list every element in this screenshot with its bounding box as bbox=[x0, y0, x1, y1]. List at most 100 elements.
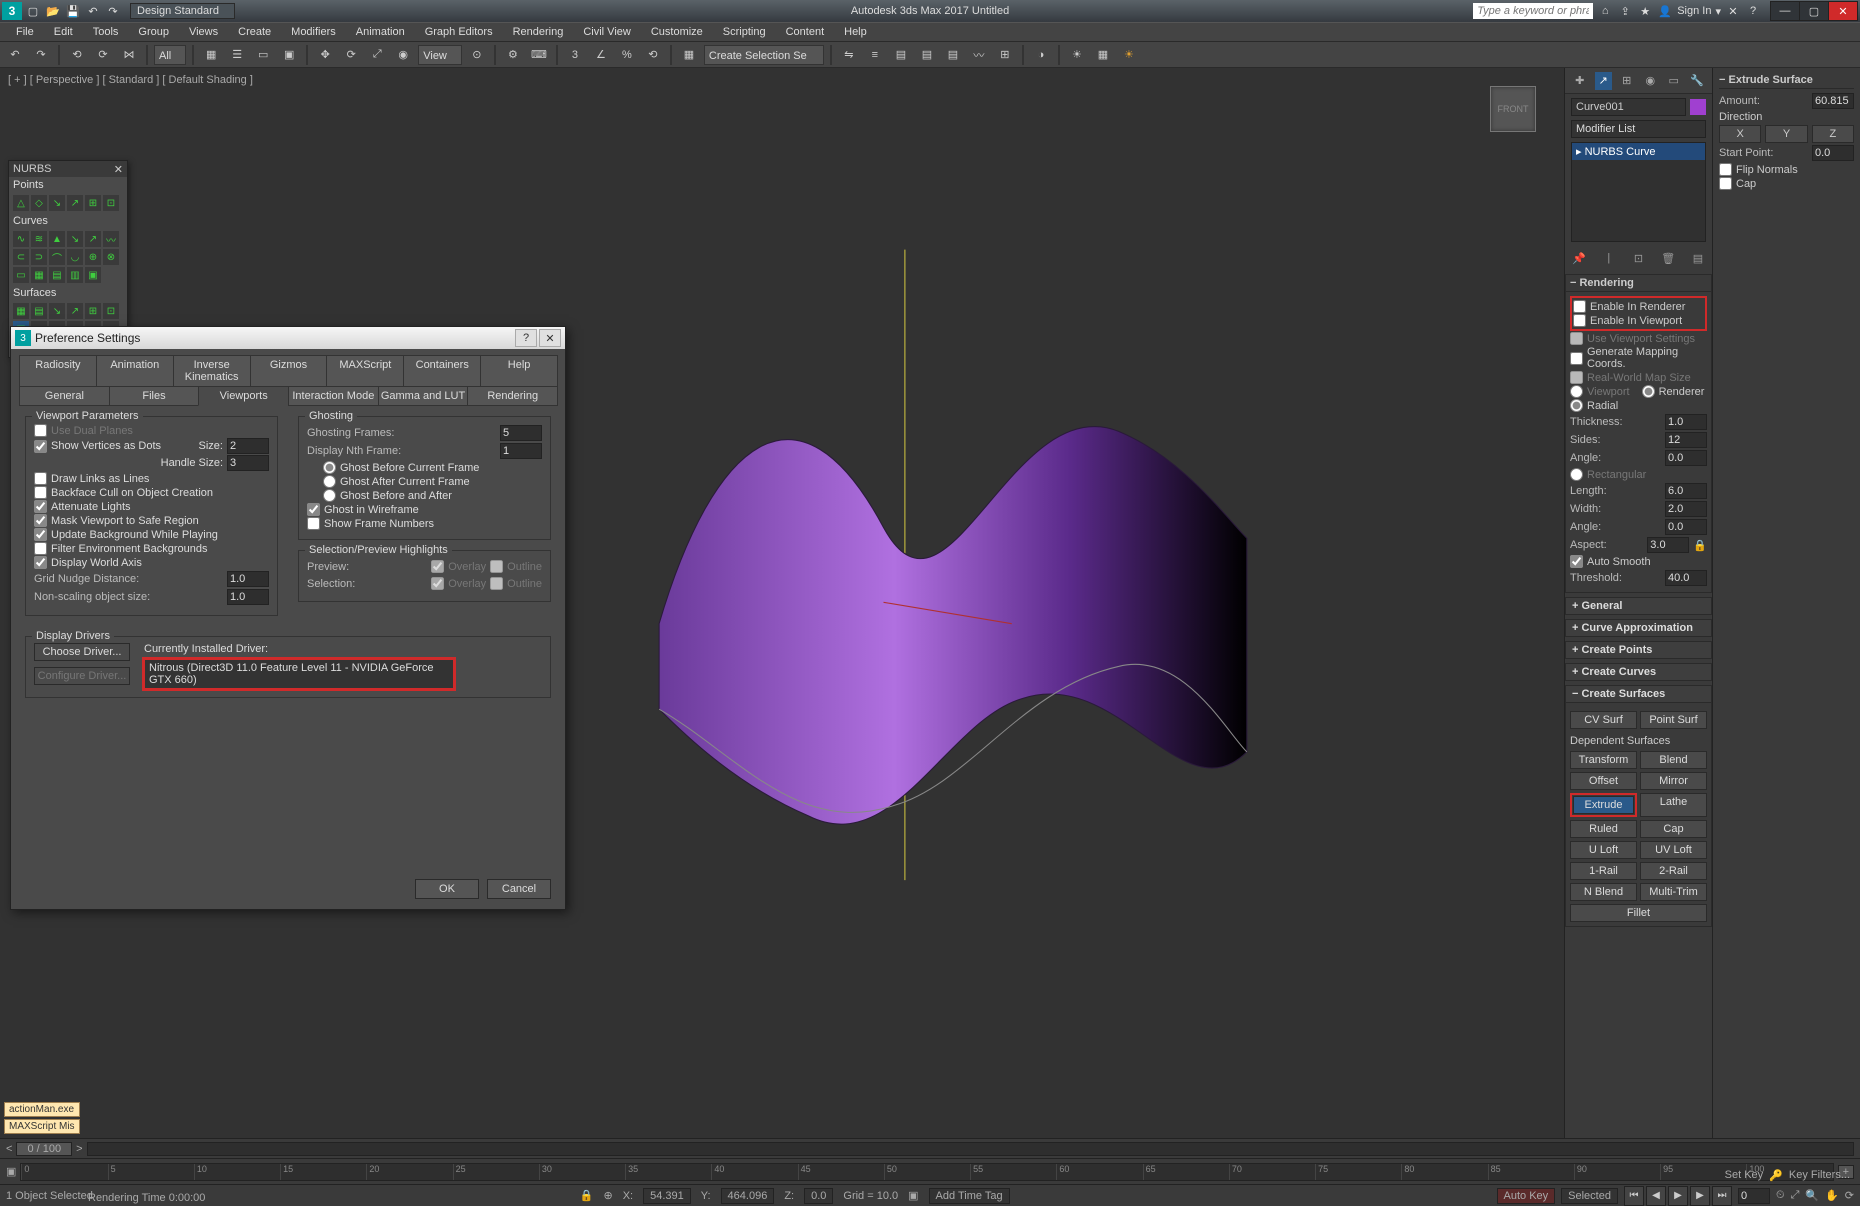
radio-ghost-both[interactable] bbox=[323, 489, 336, 502]
size-input[interactable] bbox=[228, 440, 268, 452]
chk-draw-links[interactable] bbox=[34, 472, 47, 485]
tab-rendering[interactable]: Rendering bbox=[467, 386, 558, 406]
schematic-button[interactable]: ⊞ bbox=[994, 44, 1016, 66]
rotate-button[interactable]: ⟳ bbox=[340, 44, 362, 66]
dep-offset[interactable]: Offset bbox=[1570, 772, 1637, 790]
dep-transform[interactable]: Transform bbox=[1570, 751, 1637, 769]
choose-driver-button[interactable]: Choose Driver... bbox=[34, 643, 130, 661]
script-tag-1[interactable]: actionMan.exe bbox=[4, 1102, 80, 1117]
isolate-icon[interactable]: ▣ bbox=[908, 1189, 918, 1202]
goto-end-icon[interactable]: ⏭ bbox=[1712, 1186, 1732, 1206]
dialog-help-icon[interactable]: ? bbox=[515, 329, 537, 347]
amount-input[interactable] bbox=[1813, 95, 1853, 107]
rollout-rendering[interactable]: − Rendering bbox=[1565, 274, 1712, 292]
mirror-button[interactable]: ⇋ bbox=[838, 44, 860, 66]
bind-button[interactable]: ⋈ bbox=[118, 44, 140, 66]
dialog-close-icon[interactable]: ✕ bbox=[539, 329, 561, 347]
percent-snap-button[interactable]: % bbox=[616, 44, 638, 66]
make-unique-icon[interactable]: ⊡ bbox=[1631, 250, 1647, 266]
menu-group[interactable]: Group bbox=[128, 26, 179, 38]
x-value[interactable]: 54.391 bbox=[643, 1188, 691, 1204]
menu-rendering[interactable]: Rendering bbox=[503, 26, 574, 38]
cv-surf-button[interactable]: CV Surf bbox=[1570, 711, 1637, 729]
help-icon[interactable]: ? bbox=[1745, 3, 1761, 19]
scale-button[interactable]: ⤢ bbox=[366, 44, 388, 66]
tab-files[interactable]: Files bbox=[109, 386, 200, 406]
manipulate-button[interactable]: ⚙ bbox=[502, 44, 524, 66]
create-tab-icon[interactable]: ✚ bbox=[1571, 72, 1589, 90]
dep-cap[interactable]: Cap bbox=[1640, 820, 1707, 838]
nonscale-input[interactable] bbox=[228, 591, 268, 603]
dep-blend[interactable]: Blend bbox=[1640, 751, 1707, 769]
key-mode[interactable]: Selected bbox=[1561, 1188, 1618, 1204]
explorer-button[interactable]: ▤ bbox=[916, 44, 938, 66]
surf-icon[interactable]: ↘ bbox=[49, 303, 65, 319]
track-toggle-icon[interactable]: ▣ bbox=[6, 1165, 16, 1178]
menu-modifiers[interactable]: Modifiers bbox=[281, 26, 346, 38]
prev-key-icon[interactable]: < bbox=[6, 1143, 12, 1155]
timeline[interactable]: ▣ 05101520253035404550556065707580859095… bbox=[0, 1158, 1860, 1184]
time-config-icon[interactable]: ⏲ bbox=[1776, 1189, 1785, 1202]
radio-ghost-before[interactable] bbox=[323, 461, 336, 474]
dep-nblend[interactable]: N Blend bbox=[1570, 883, 1637, 901]
surf-icon[interactable]: ▤ bbox=[31, 303, 47, 319]
chk-world-axis[interactable] bbox=[34, 556, 47, 569]
next-frame-icon[interactable]: ▶ bbox=[1690, 1186, 1710, 1206]
maximize-button[interactable]: ▢ bbox=[1799, 1, 1829, 21]
tab-containers[interactable]: Containers bbox=[403, 355, 481, 387]
select-name-button[interactable]: ☰ bbox=[226, 44, 248, 66]
workspace-select[interactable]: Design Standard bbox=[130, 3, 235, 19]
tab-general[interactable]: General bbox=[19, 386, 110, 406]
dep-extrude[interactable]: Extrude bbox=[1573, 796, 1634, 814]
point-icon[interactable]: ↗ bbox=[67, 195, 83, 211]
angle-input[interactable] bbox=[1666, 452, 1706, 464]
material-button[interactable]: ◑ bbox=[1030, 44, 1052, 66]
dep-multitrim[interactable]: Multi-Trim bbox=[1640, 883, 1707, 901]
motion-tab-icon[interactable]: ◉ bbox=[1642, 72, 1660, 90]
new-icon[interactable]: ▢ bbox=[24, 2, 42, 20]
play-icon[interactable]: ▶ bbox=[1668, 1186, 1688, 1206]
script-tag-2[interactable]: MAXScript Mis bbox=[4, 1119, 80, 1134]
goto-start-icon[interactable]: ⏮ bbox=[1624, 1186, 1644, 1206]
angle-snap-button[interactable]: ∠ bbox=[590, 44, 612, 66]
chk-dual-planes[interactable] bbox=[34, 424, 47, 437]
radio-rect[interactable] bbox=[1570, 468, 1583, 481]
curve-icon[interactable]: ▭ bbox=[13, 267, 29, 283]
curve-icon[interactable]: ⊂ bbox=[13, 249, 29, 265]
radio-renderer[interactable] bbox=[1642, 385, 1655, 398]
curve-icon[interactable]: ▦ bbox=[31, 267, 47, 283]
menu-help[interactable]: Help bbox=[834, 26, 877, 38]
favorites-icon[interactable]: ★ bbox=[1637, 3, 1653, 19]
show-end-icon[interactable]: | bbox=[1601, 250, 1617, 266]
link-button[interactable]: ⟲ bbox=[66, 44, 88, 66]
handle-input[interactable] bbox=[228, 457, 268, 469]
tab-viewports[interactable]: Viewports bbox=[198, 386, 289, 406]
open-icon[interactable]: 📂 bbox=[44, 2, 62, 20]
key-icon[interactable]: 🔑 bbox=[1769, 1169, 1783, 1182]
chk-auto-smooth[interactable] bbox=[1570, 555, 1583, 568]
add-time-tag[interactable]: Add Time Tag bbox=[929, 1188, 1010, 1204]
dep-1rail[interactable]: 1-Rail bbox=[1570, 862, 1637, 880]
chk-filter-env[interactable] bbox=[34, 542, 47, 555]
place-button[interactable]: ◉ bbox=[392, 44, 414, 66]
save-icon[interactable]: 💾 bbox=[64, 2, 82, 20]
keyboard-button[interactable]: ⌨ bbox=[528, 44, 550, 66]
ribbon-button[interactable]: ▤ bbox=[942, 44, 964, 66]
chk-ghost-wire[interactable] bbox=[307, 503, 320, 516]
close-help-icon[interactable]: ✕ bbox=[1725, 3, 1741, 19]
unlink-button[interactable]: ⟳ bbox=[92, 44, 114, 66]
nav-orbit-icon[interactable]: ⟳ bbox=[1845, 1189, 1854, 1202]
dir-z[interactable]: Z bbox=[1812, 125, 1854, 143]
dep-mirror[interactable]: Mirror bbox=[1640, 772, 1707, 790]
point-icon[interactable]: ⊞ bbox=[85, 195, 101, 211]
dir-y[interactable]: Y bbox=[1765, 125, 1807, 143]
tab-gizmos[interactable]: Gizmos bbox=[250, 355, 328, 387]
utilities-tab-icon[interactable]: 🔧 bbox=[1689, 72, 1707, 90]
pin-stack-icon[interactable]: 📌 bbox=[1571, 250, 1587, 266]
curve-icon[interactable]: ⊗ bbox=[103, 249, 119, 265]
time-slider[interactable]: < 0 / 100 > bbox=[0, 1138, 1860, 1158]
menu-graph-editors[interactable]: Graph Editors bbox=[415, 26, 503, 38]
disp-nth-input[interactable] bbox=[501, 445, 541, 457]
point-icon[interactable]: △ bbox=[13, 195, 29, 211]
hierarchy-tab-icon[interactable]: ⊞ bbox=[1618, 72, 1636, 90]
